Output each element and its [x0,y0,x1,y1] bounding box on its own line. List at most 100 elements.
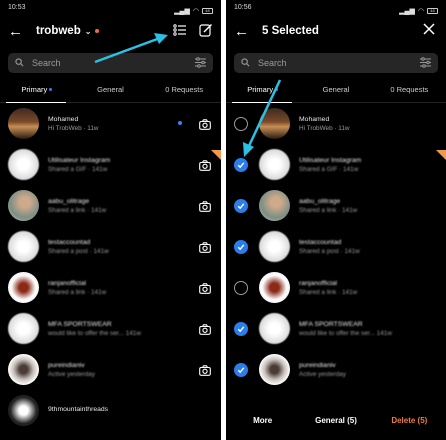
status-bar: 10:56 ▂▄▆ ◠ 48 [226,0,446,17]
contact-name: 9thmountainthreads [48,406,109,413]
conversation-row[interactable]: 9thmountainthreads [0,390,221,431]
message-preview: Shared a post · 141w [299,247,360,255]
more-button[interactable]: More [226,416,299,425]
camera-icon[interactable] [199,199,211,217]
avatar[interactable] [8,231,39,262]
avatar[interactable] [259,149,290,180]
conversation-row[interactable]: aabu_olitrage Shared a link · 141w [0,185,221,226]
camera-icon[interactable] [199,117,211,135]
contact-name: Mohamed [299,115,330,123]
conversation-list: Mohamed Hi TrobWeb · 11w Utilisateur Insta… [0,103,221,431]
avatar[interactable] [259,108,290,139]
camera-icon[interactable] [199,363,211,381]
avatar[interactable] [259,313,290,344]
tab-general[interactable]: General [299,77,372,102]
checkbox-empty-icon[interactable] [234,116,248,131]
conversation-row[interactable]: MFA SPORTSWEAR would like to offer the se… [0,308,221,349]
tab-requests[interactable]: 0 Requests [147,77,221,102]
move-to-general-button[interactable]: General (5) [299,416,372,425]
search-input[interactable]: Search [234,53,438,73]
avatar[interactable] [259,354,290,385]
conversation-row[interactable]: testaccountad Shared a post · 141w [0,226,221,267]
message-preview: would like to offer the ser... 141w [48,329,141,337]
camera-icon[interactable] [199,158,211,176]
checkbox-checked-icon[interactable] [234,157,248,172]
checkbox-checked-icon[interactable] [234,321,248,336]
checkbox-checked-icon[interactable] [234,239,248,254]
battery-icon: 48 [427,7,438,14]
avatar[interactable] [8,108,39,139]
conversation-row[interactable]: pureindianiv Active yesterday [226,349,446,390]
tab-general[interactable]: General [74,77,148,102]
close-icon[interactable] [422,22,436,36]
tab-primary[interactable]: Primary [226,77,299,102]
avatar[interactable] [8,313,39,344]
status-time: 10:56 [234,4,252,11]
contact-name: pureindianiv [299,361,336,369]
account-switcher[interactable]: trobweb ⌄ [36,25,100,37]
conversation-row[interactable]: Utilisateur Instagram Shared a GIF · 141w [226,144,446,185]
contact-name: aabu_olitrage [48,197,90,205]
camera-icon[interactable] [199,281,211,299]
conversation-row[interactable]: ranjanofficial Shared a link · 141w [226,267,446,308]
select-list-icon[interactable] [173,23,187,37]
message-preview: Shared a link · 141w [299,206,358,214]
signal-icon: ▂▄▆ [174,7,190,15]
header: ← trobweb ⌄ [0,17,221,45]
avatar[interactable] [259,190,290,221]
contact-name: testaccountad [299,238,342,246]
corner-marker [211,150,221,160]
search-icon [241,57,250,69]
avatar[interactable] [8,354,39,385]
inbox-tabs: Primary General 0 Requests [0,77,221,103]
contact-name: ranjanofficial [299,279,338,287]
conversation-row[interactable]: Mohamed Hi TrobWeb · 11w [226,103,446,144]
avatar[interactable] [8,395,39,426]
message-preview: Shared a GIF · 141w [299,165,359,173]
conversation-row[interactable]: MFA SPORTSWEAR would like to offer the se… [226,308,446,349]
checkbox-checked-icon[interactable] [234,198,248,213]
contact-name: ranjanofficial [48,279,87,287]
back-arrow-icon[interactable]: ← [8,23,24,40]
camera-icon[interactable] [199,322,211,340]
avatar[interactable] [8,272,39,303]
message-preview: Hi TrobWeb · 11w [48,124,99,132]
message-preview: would like to offer the ser... 141w [299,329,392,337]
search-placeholder: Search [32,58,61,68]
camera-icon[interactable] [199,240,211,258]
header: ← 5 Selected [226,17,446,45]
avatar[interactable] [8,149,39,180]
avatar[interactable] [259,231,290,262]
notification-dot [95,29,100,33]
contact-name: Utilisateur Instagram [299,156,362,164]
message-preview: Shared a GIF · 141w [48,165,108,173]
message-preview: Active yesterday [48,370,95,378]
delete-button[interactable]: Delete (5) [373,416,446,425]
conversation-row[interactable]: ranjanofficial Shared a link · 141w [0,267,221,308]
contact-name: aabu_olitrage [299,197,341,205]
checkbox-empty-icon[interactable] [234,280,248,295]
search-input[interactable]: Search [8,53,213,73]
battery-icon: 48 [202,7,213,14]
selection-action-bar: More General (5) Delete (5) [226,400,446,440]
back-arrow-icon[interactable]: ← [234,23,250,40]
unread-dot [178,121,182,125]
conversation-row[interactable]: pureindianiv Active yesterday [0,349,221,390]
compose-icon[interactable] [199,23,213,37]
avatar[interactable] [8,190,39,221]
checkbox-checked-icon[interactable] [234,362,248,377]
conversation-row[interactable]: Utilisateur Instagram Shared a GIF · 141w [0,144,221,185]
message-preview: Shared a link · 141w [48,288,107,296]
filter-icon[interactable] [195,57,206,70]
search-icon [15,57,24,69]
message-preview: Shared a link · 141w [299,288,358,296]
contact-name: Mohamed [48,115,79,123]
conversation-row[interactable]: aabu_olitrage Shared a link · 141w [226,185,446,226]
conversation-row[interactable]: Mohamed Hi TrobWeb · 11w [0,103,221,144]
right-screen: 10:56 ▂▄▆ ◠ 48 ← 5 Selected Search Prima… [226,0,446,440]
filter-icon[interactable] [420,57,431,70]
avatar[interactable] [259,272,290,303]
tab-primary[interactable]: Primary [0,77,74,102]
conversation-row[interactable]: testaccountad Shared a post · 141w [226,226,446,267]
tab-requests[interactable]: 0 Requests [373,77,446,102]
